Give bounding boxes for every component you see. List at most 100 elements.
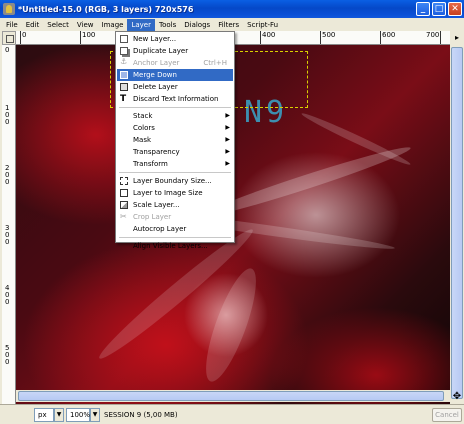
menu-separator xyxy=(119,172,231,173)
menu-item-delete-layer[interactable]: Delete Layer xyxy=(117,81,233,93)
menu-item-layer-to-image-size[interactable]: Layer to Image Size xyxy=(117,187,233,199)
vertical-scrollbar[interactable] xyxy=(450,45,464,404)
submenu-arrow-icon: ▶ xyxy=(225,148,230,155)
anchor-icon: ⚓ xyxy=(120,57,128,66)
menu-item-scale-layer[interactable]: Scale Layer... xyxy=(117,199,233,211)
ruler-label: 0 xyxy=(22,31,27,39)
menu-view[interactable]: View xyxy=(73,19,98,31)
menu-item-label: Discard Text Information xyxy=(133,95,219,103)
ruler-label: 4 0 0 xyxy=(5,284,10,306)
menu-image[interactable]: Image xyxy=(98,19,128,31)
ruler-label: 100 xyxy=(82,31,96,39)
duplicate-layer-icon xyxy=(120,47,128,55)
menu-item-label: Transparency xyxy=(133,148,180,156)
menu-dialogs[interactable]: Dialogs xyxy=(180,19,214,31)
menu-item-transform[interactable]: Transform ▶ xyxy=(117,158,233,170)
ruler-label: 700 xyxy=(426,31,440,39)
submenu-arrow-icon: ▶ xyxy=(225,160,230,167)
menu-item-crop-layer[interactable]: ✂ Crop Layer xyxy=(117,211,233,223)
layer-to-image-icon xyxy=(120,189,128,197)
scrollbar-thumb[interactable] xyxy=(18,391,444,401)
window-controls: _ □ ✕ xyxy=(416,2,462,16)
menu-item-align-visible-layers[interactable]: Align Visible Layers... xyxy=(117,240,233,252)
zoom-select[interactable]: 100% xyxy=(66,408,90,422)
ruler-label: 3 0 0 xyxy=(5,224,10,246)
menu-item-label: Delete Layer xyxy=(133,83,178,91)
quick-mask-toggle[interactable] xyxy=(2,31,16,45)
unit-select[interactable]: px xyxy=(34,408,54,422)
menu-item-colors[interactable]: Colors ▶ xyxy=(117,122,233,134)
menu-item-transparency[interactable]: Transparency ▶ xyxy=(117,146,233,158)
menu-item-label: Layer to Image Size xyxy=(133,189,203,197)
maximize-button[interactable]: □ xyxy=(432,2,446,16)
scale-layer-icon xyxy=(120,201,128,209)
menu-item-label: Anchor Layer xyxy=(133,59,180,67)
ruler-label: 2 0 0 xyxy=(5,164,10,186)
menu-separator xyxy=(119,237,231,238)
menu-item-label: New Layer... xyxy=(133,35,177,43)
gimp-app-icon[interactable] xyxy=(3,3,15,15)
chevron-down-icon[interactable]: ▼ xyxy=(54,408,64,422)
submenu-arrow-icon: ▶ xyxy=(225,124,230,131)
ruler-label: 500 xyxy=(322,31,336,39)
ruler-label: 600 xyxy=(382,31,396,39)
menu-item-label: Scale Layer... xyxy=(133,201,180,209)
menu-select[interactable]: Select xyxy=(43,19,73,31)
menu-item-label: Colors xyxy=(133,124,155,132)
window-title: *Untitled-15.0 (RGB, 3 layers) 720x576 xyxy=(18,4,194,14)
menu-item-label: Layer Boundary Size... xyxy=(133,177,212,185)
menu-item-discard-text[interactable]: T Discard Text Information xyxy=(117,93,233,105)
ruler-label: 5 0 0 xyxy=(5,344,10,366)
chevron-down-icon[interactable]: ▼ xyxy=(90,408,100,422)
menu-item-label: Merge Down xyxy=(133,71,177,79)
menu-item-label: Duplicate Layer xyxy=(133,47,189,55)
menu-item-label: Mask xyxy=(133,136,152,144)
menu-tools[interactable]: Tools xyxy=(155,19,180,31)
menu-edit[interactable]: Edit xyxy=(22,19,44,31)
ruler-label: 0 xyxy=(5,46,10,54)
navigate-icon[interactable]: ▸ xyxy=(450,31,464,45)
light-streak xyxy=(196,263,266,387)
scrollbar-thumb[interactable] xyxy=(451,47,463,399)
menu-layer[interactable]: Layer xyxy=(127,18,155,31)
title-bar: *Untitled-15.0 (RGB, 3 layers) 720x576 _… xyxy=(0,0,464,18)
menu-separator xyxy=(119,107,231,108)
menu-item-merge-down[interactable]: Merge Down xyxy=(117,69,233,81)
menu-file[interactable]: File xyxy=(2,19,22,31)
horizontal-scrollbar[interactable] xyxy=(16,390,450,402)
delete-layer-icon xyxy=(120,83,128,91)
menu-item-new-layer[interactable]: New Layer... xyxy=(117,33,233,45)
shortcut-label: Ctrl+H xyxy=(203,59,227,67)
status-message: SESSION 9 (5,00 MB) xyxy=(104,411,178,419)
text-icon: T xyxy=(120,94,127,104)
menu-item-autocrop-layer[interactable]: Autocrop Layer xyxy=(117,223,233,235)
submenu-arrow-icon: ▶ xyxy=(225,112,230,119)
cancel-button[interactable]: Cancel xyxy=(432,408,462,422)
menu-item-label: Transform xyxy=(133,160,168,168)
merge-down-icon xyxy=(120,71,128,79)
menu-filters[interactable]: Filters xyxy=(214,19,243,31)
minimize-button[interactable]: _ xyxy=(416,2,430,16)
ruler-label: 1 0 0 xyxy=(5,104,10,126)
menu-item-stack[interactable]: Stack ▶ xyxy=(117,110,233,122)
close-button[interactable]: ✕ xyxy=(448,2,462,16)
menu-item-label: Stack xyxy=(133,112,153,120)
menu-item-duplicate-layer[interactable]: Duplicate Layer xyxy=(117,45,233,57)
menu-item-anchor-layer[interactable]: ⚓ Anchor Layer Ctrl+H xyxy=(117,57,233,69)
vertical-ruler: 0 1 0 0 2 0 0 3 0 0 4 0 0 5 0 0 xyxy=(2,45,16,404)
move-icon[interactable]: ✥ xyxy=(450,390,464,404)
menu-bar: File Edit Select View Image Layer Tools … xyxy=(0,18,464,31)
new-layer-icon xyxy=(120,35,128,43)
crop-icon: ✂ xyxy=(120,212,127,221)
ruler-label: 400 xyxy=(262,31,276,39)
submenu-arrow-icon: ▶ xyxy=(225,136,230,143)
menu-script-fu[interactable]: Script-Fu xyxy=(243,19,282,31)
menu-item-label: Autocrop Layer xyxy=(133,225,187,233)
menu-item-label: Crop Layer xyxy=(133,213,172,221)
boundary-size-icon xyxy=(120,177,128,185)
menu-item-mask[interactable]: Mask ▶ xyxy=(117,134,233,146)
status-bar: px ▼ 100% ▼ SESSION 9 (5,00 MB) Cancel xyxy=(0,404,464,424)
menu-item-label: Align Visible Layers... xyxy=(133,242,208,250)
menu-item-layer-boundary-size[interactable]: Layer Boundary Size... xyxy=(117,175,233,187)
layer-menu-dropdown: New Layer... Duplicate Layer ⚓ Anchor La… xyxy=(115,31,235,250)
